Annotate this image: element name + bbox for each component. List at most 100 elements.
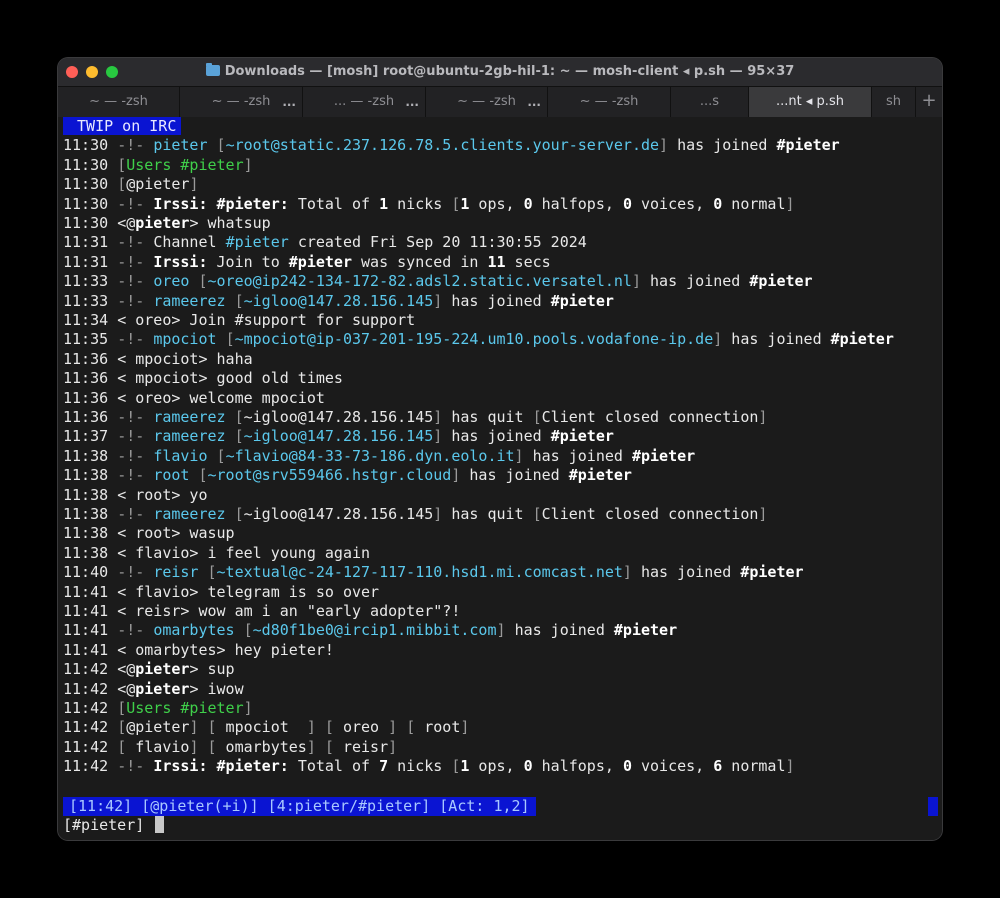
chat-line-segment: [ [243,621,253,640]
chat-line-segment: ] [243,699,253,717]
chat-line-segment: ~oreo@ip242-134-172-82.adsl2.static.vers… [207,272,632,291]
chat-line-segment: 11:37 [63,427,118,446]
tab-6[interactable]: ...s [671,87,749,117]
chat-line-segment: pieter [135,660,190,679]
chat-line: 11:36 < oreo> welcome mpociot [63,389,325,408]
input-prompt[interactable]: [#pieter] [63,816,165,835]
chat-line-segment: rameerez [153,427,235,446]
chat-line-segment: ] [785,757,795,776]
chat-line: 11:42 [ flavio] [ omarbytes] [ reisr] [63,738,397,757]
chat-line: 11:30 -!- Irssi: #pieter: Total of 1 nic… [63,195,795,214]
chat-line-segment: [ [207,737,217,756]
chat-line-segment: ] [189,718,208,737]
chat-line-segment: < mpociot> haha [117,349,253,368]
chat-line-segment: ] [713,330,732,349]
chat-line-segment: < root> wasup [117,524,235,543]
chat-line: 11:35 -!- mpociot [~mpociot@ip-037-201-1… [63,330,894,349]
chat-line-segment: #pieter [180,155,244,174]
chat-line-segment: 11:38 [63,505,118,523]
chat-line-segment: 11:30 [63,194,118,213]
chat-line-segment: #pieter [180,699,244,717]
chat-line: 11:42 <@pieter> sup [63,660,235,679]
chat-line-segment: -!- [117,466,154,485]
chat-line-segment: 11:30 [63,155,118,174]
chat-line-segment: #pieter [740,563,804,582]
chat-line-segment: 11:36 [63,349,118,368]
chat-line-segment: 11:33 [63,272,118,291]
new-tab-button[interactable]: + [916,87,942,117]
tab-label: ~ — -zsh [89,94,148,109]
chat-line-segment: has joined [532,446,632,465]
chat-line-segment: oreo [153,272,199,291]
tab-8[interactable]: sh [872,87,916,117]
chat-line-segment: #pieter [225,233,298,252]
chat-line-segment: [ [216,136,226,155]
chat-line-segment: mpociot [216,718,307,737]
chat-line-segment: ] [496,621,515,640]
chat-line-segment: flavio [126,737,190,756]
chat-line-segment: #pieter [288,252,362,271]
chat-line-segment: 11:42 [63,660,118,679]
chat-line-segment: Client closed connection [541,505,759,523]
chat-line-segment: rameerez [153,291,235,310]
chat-line-segment: 1 [379,194,389,213]
tab-label: sh [885,94,901,109]
chat-line-segment: Total of [297,194,380,213]
chat-line-segment: 11:41 [63,621,118,640]
chat-line-segment: pieter [135,679,190,698]
terminal-window: Downloads — [mosh] root@ubuntu-2gb-hil-1… [58,58,942,840]
chat-line-segment: < flavio> telegram is so over [117,582,380,601]
tab-1[interactable]: ~ — -zsh [58,87,180,117]
chat-line-segment: nicks [388,194,452,213]
chat-line-segment: oreo [333,718,389,737]
irc-header-row: TWIP on IRC [63,117,182,136]
chat-line: 11:30 [Users #pieter] [63,156,253,175]
chat-line-segment: 11:36 [63,388,118,407]
chat-line-segment: has joined [677,136,777,155]
chat-line-segment: has joined [451,427,551,446]
chat-line-segment: 6 [713,757,723,776]
chat-line-segment: rameerez [153,505,235,523]
chat-line-segment: voices, [631,194,714,213]
chat-line-segment: ] [433,427,452,446]
chat-line-segment: has quit [451,408,533,426]
chat-line-segment: [ [207,563,217,582]
folder-icon [205,63,220,76]
terminal-content[interactable]: TWIP on IRC 11:30 -!- pieter [~root@stat… [58,117,942,840]
chat-line-segment: 11:41 [63,602,118,620]
chat-line-segment: 11:30 [63,136,118,155]
tab-active[interactable]: ...nt ◂ p.sh [749,87,872,117]
chat-line-segment: < root> yo [117,485,208,504]
chat-line-segment: omarbytes [216,737,307,756]
chat-line-segment: Irssi: [153,194,217,213]
chat-line-segment: < oreo> welcome mpociot [117,388,325,407]
tab-4[interactable]: ~ — -zsh... [426,87,548,117]
chat-line-segment: < mpociot> good old times [117,369,343,388]
chat-line: 11:34 < oreo> Join #support for support [63,311,415,330]
chat-line-segment: ] [189,175,199,194]
chat-line-segment: has joined [469,466,569,485]
chat-line-segment: 11:41 [63,640,118,659]
chat-line-segment: has joined [731,330,831,349]
chat-line-segment: ] [433,291,452,310]
tab-label: ~ — -zsh [211,94,271,109]
chat-line-segment: 11:30 [63,175,118,194]
chat-line: 11:33 -!- oreo [~oreo@ip242-134-172-82.a… [63,272,813,291]
chat-line-segment: #pieter [631,446,696,465]
chat-line: 11:37 -!- rameerez [~igloo@147.28.156.14… [63,427,614,446]
chat-line: 11:41 < omarbytes> hey pieter! [63,641,334,660]
chat-line: 11:41 -!- omarbytes [~d80f1be0@ircip1.mi… [63,621,677,640]
chat-line-segment: ] [388,737,398,756]
chat-line-segment: 11:30 [63,214,118,232]
title-bar[interactable]: Downloads — [mosh] root@ubuntu-2gb-hil-1… [58,58,942,86]
tab-3[interactable]: ... — -zsh... [303,87,426,117]
chat-line: 11:41 < reisr> wow am i an "early adopte… [63,602,460,621]
chat-line: 11:42 <@pieter> iwow [63,680,244,699]
chat-line-segment: ~flavio@84-33-73-186.dyn.eolo.it [225,446,515,465]
tab-2[interactable]: ~ — -zsh... [180,87,303,117]
chat-line-segment: [ [532,505,542,523]
irssi-status-bar: [11:42] [@pieter(+i)] [4:pieter/#pieter]… [63,797,536,816]
tab-5[interactable]: ~ — -zsh [548,87,671,117]
tab-overflow-indicator: ... [527,95,541,109]
chat-line: 11:36 < mpociot> haha [63,350,253,369]
